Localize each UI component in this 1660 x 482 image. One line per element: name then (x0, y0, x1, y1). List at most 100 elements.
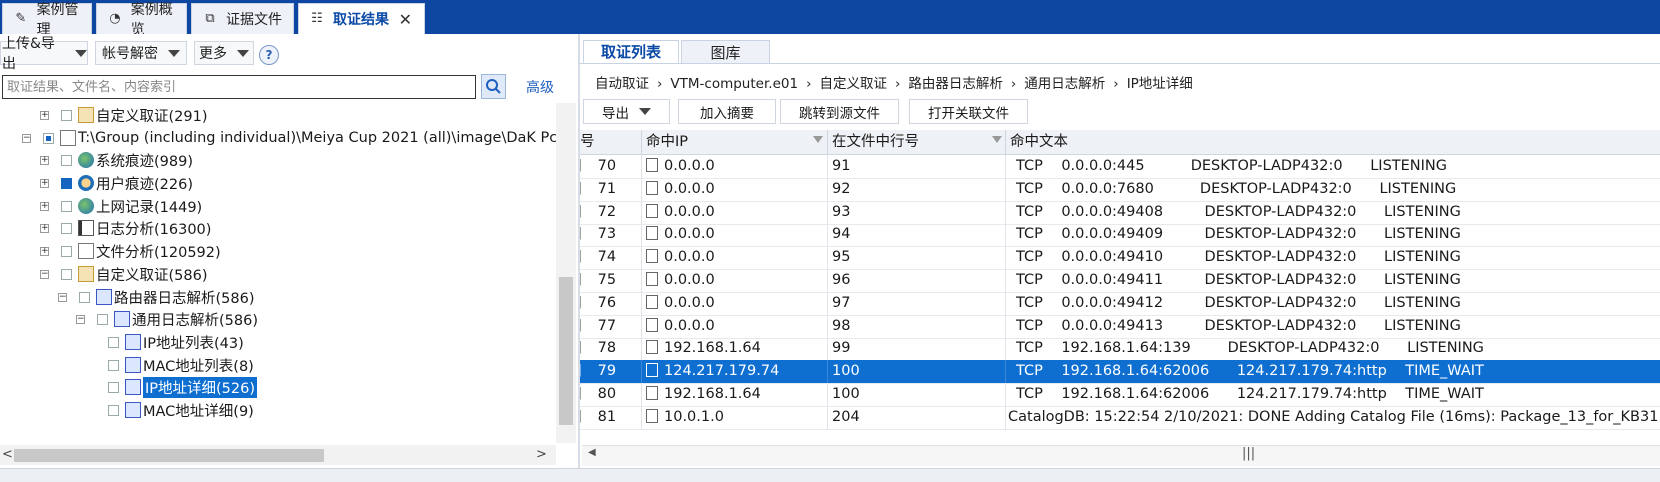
tab-case-overview[interactable]: ◔ 案例概览 (96, 2, 187, 38)
breadcrumb-item[interactable]: 自动取证 (595, 76, 649, 92)
table-row[interactable]: ] 79 124.217.179.74 100 TCP 192.168.1.64:620… (580, 360, 1660, 385)
checkbox[interactable] (108, 359, 119, 371)
expander-icon[interactable]: + (40, 178, 49, 188)
upload-export-dropdown[interactable]: 上传&导出 (0, 36, 88, 72)
tree-node[interactable]: MAC地址列表(8) (108, 354, 254, 376)
search-input[interactable] (2, 75, 476, 99)
tree-node[interactable]: − 路由器日志解析(586) (58, 286, 255, 308)
filter-icon[interactable] (992, 136, 1002, 143)
row-number-cell: ] 81 (580, 405, 642, 429)
checkbox[interactable] (61, 154, 72, 166)
close-icon[interactable]: ✕ (399, 10, 412, 29)
tree-node[interactable]: MAC地址详细(9) (108, 399, 254, 421)
account-decrypt-dropdown[interactable]: 帐号解密 (95, 41, 187, 65)
expander-icon[interactable]: − (40, 269, 49, 279)
scroll-grip-icon[interactable]: ||| (1242, 446, 1255, 461)
table-row[interactable]: ] 78 192.168.1.64 99 TCP 192.168.1.64:139 DE… (580, 337, 1660, 362)
search-button[interactable] (481, 74, 506, 99)
expander-icon[interactable]: − (58, 292, 67, 302)
line-number-cell: 96 (828, 269, 1006, 292)
expander-icon[interactable]: − (22, 133, 31, 143)
row-number: 71 (597, 180, 617, 197)
checkbox[interactable] (61, 109, 72, 121)
breadcrumb-item[interactable]: IP地址详细 (1127, 76, 1193, 92)
expander-icon[interactable]: + (40, 155, 49, 165)
tab-forensic-results[interactable]: ☷ 取证结果 ✕ (298, 3, 425, 34)
goto-source-button[interactable]: 跳转到源文件 (780, 99, 899, 124)
table-row[interactable]: ] 75 0.0.0.0 96 TCP 0.0.0.0:49411 DESKTOP-LA… (580, 269, 1660, 293)
tree-node[interactable]: IP地址列表(43) (108, 331, 244, 353)
tree-node[interactable]: + 日志分析(16300) (40, 217, 211, 239)
pen-icon (125, 402, 141, 418)
checkbox[interactable] (61, 268, 72, 280)
checkbox[interactable] (61, 245, 72, 257)
overview-icon: ◔ (109, 11, 121, 26)
globe-icon (78, 198, 94, 214)
breadcrumb-item[interactable]: 自定义取证 (819, 76, 887, 92)
table-row[interactable]: ] 71 0.0.0.0 92 TCP 0.0.0.0:7680 DESKTOP-LAD… (580, 177, 1660, 202)
log-icon (78, 220, 94, 236)
breadcrumb-item[interactable]: 路由器日志解析 (908, 76, 1003, 92)
column-header-line-number[interactable]: 在文件中行号 (828, 130, 1006, 154)
table-row[interactable]: ] 77 0.0.0.0 98 TCP 0.0.0.0:49413 DESKTOP-LA… (580, 314, 1660, 339)
expander-icon[interactable]: − (76, 314, 85, 324)
line-number-cell: 204 (828, 405, 1006, 429)
evidence-icon: ⧉ (205, 11, 215, 26)
row-number: 80 (597, 386, 617, 402)
tree-node[interactable]: − 自定义取证(586) (40, 263, 208, 285)
export-dropdown[interactable]: 导出 (583, 99, 670, 124)
checkbox[interactable] (108, 336, 119, 348)
checkbox[interactable] (108, 381, 119, 393)
expander-icon[interactable]: + (40, 201, 49, 211)
advanced-link[interactable]: 高级 (526, 77, 554, 97)
scroll-left-icon[interactable]: ◀ (588, 447, 596, 458)
expander-icon[interactable]: + (40, 223, 49, 233)
table-row[interactable]: ] 76 0.0.0.0 97 TCP 0.0.0.0:49412 DESKTOP-LA… (580, 291, 1660, 316)
checkbox[interactable] (79, 291, 90, 303)
tab-evidence-files[interactable]: ⧉ 证据文件 (191, 3, 294, 34)
column-header-hit-ip[interactable]: 命中IP (642, 130, 828, 154)
column-header-hit-text[interactable]: 命中文本 (1006, 130, 1660, 154)
tree-node[interactable]: − 通用日志解析(586) (76, 308, 258, 330)
column-header-no[interactable]: 号 (580, 130, 642, 154)
add-summary-button[interactable]: 加入摘要 (678, 99, 776, 124)
hit-ip-cell: 0.0.0.0 (642, 155, 828, 178)
tree-vertical-scroll-thumb[interactable] (559, 277, 573, 425)
expander-icon[interactable]: + (40, 110, 49, 120)
more-dropdown[interactable]: 更多 (194, 41, 254, 65)
tree-node-selected[interactable]: IP地址详细(526) (108, 376, 258, 398)
breadcrumb-item[interactable]: 通用日志解析 (1024, 76, 1105, 92)
scroll-left-icon[interactable]: < (2, 447, 13, 462)
table-row[interactable]: ] 74 0.0.0.0 95 TCP 0.0.0.0:49410 DESKTOP-LA… (580, 246, 1660, 271)
checkbox[interactable] (61, 177, 72, 189)
scroll-right-icon[interactable]: > (536, 447, 547, 462)
checkbox[interactable] (97, 313, 108, 325)
table-row[interactable]: ] 81 10.0.1.0 204CatalogDB: 15:22:54 2/10/2… (580, 405, 1660, 430)
tree-node[interactable]: − T:\Group (including individual)\Meiya C… (22, 127, 556, 149)
checkbox[interactable] (61, 200, 72, 212)
table-row[interactable]: ] 73 0.0.0.0 94 TCP 0.0.0.0:49409 DESKTOP-LA… (580, 223, 1660, 248)
hit-ip: 0.0.0.0 (664, 180, 715, 197)
checkbox[interactable] (108, 404, 119, 416)
tree-node[interactable]: + 用户痕迹(226) (40, 172, 193, 194)
help-icon[interactable]: ? (259, 45, 279, 65)
subtab-evidence-list[interactable]: 取证列表 (583, 40, 679, 64)
subtab-gallery[interactable]: 图库 (681, 40, 770, 64)
table-row[interactable]: ] 70 0.0.0.0 91 TCP 0.0.0.0:445 DESKTOP-LADP… (580, 155, 1660, 179)
expander-icon[interactable]: + (40, 246, 49, 256)
table-row[interactable]: ] 72 0.0.0.0 93 TCP 0.0.0.0:49408 DESKTOP-LA… (580, 200, 1660, 225)
tree-node[interactable]: + 自定义取证(291) (40, 104, 208, 126)
table-row[interactable]: ] 80 192.168.1.64 100 TCP 192.168.1.64:62006… (580, 383, 1660, 407)
open-related-button[interactable]: 打开关联文件 (909, 99, 1028, 124)
checkbox[interactable] (43, 132, 54, 144)
grid-horizontal-scrollbar[interactable]: ◀ ||| (582, 445, 1660, 466)
breadcrumb-item[interactable]: VTM-computer.e01 (670, 76, 798, 92)
tree-horizontal-scroll-thumb[interactable] (14, 449, 324, 462)
edit-icon: ✎ (15, 11, 27, 26)
tree-node[interactable]: + 系统痕迹(989) (40, 149, 193, 171)
tree-node[interactable]: + 文件分析(120592) (40, 240, 221, 262)
checkbox[interactable] (61, 222, 72, 234)
tab-case-management[interactable]: ✎ 案例管理 (2, 2, 92, 38)
filter-icon[interactable] (813, 136, 823, 143)
tree-node[interactable]: + 上网记录(1449) (40, 195, 202, 217)
